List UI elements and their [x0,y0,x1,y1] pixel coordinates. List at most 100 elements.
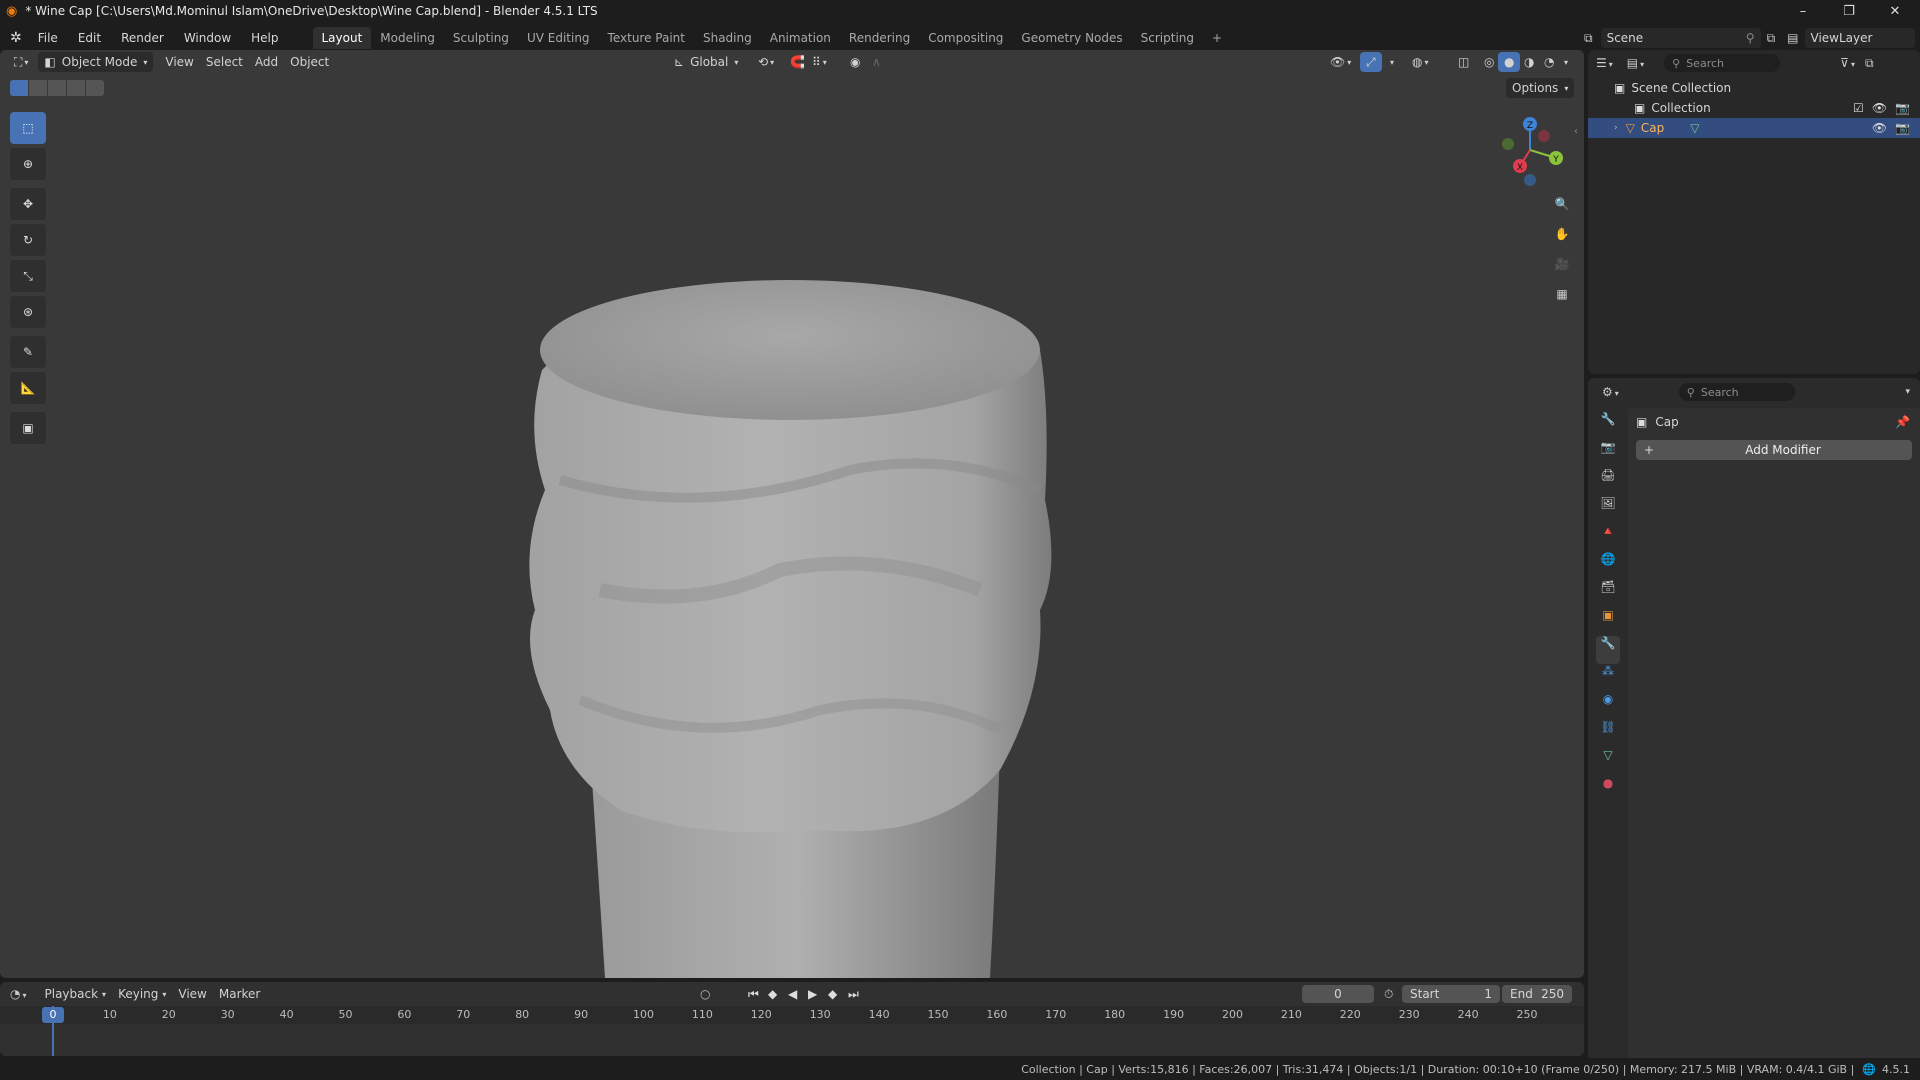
pan-hand-icon[interactable]: ✋ [1548,220,1576,248]
tab-rendering[interactable]: Rendering [840,27,919,49]
properties-editor-icon[interactable]: ⚙ ▾ [1602,385,1619,399]
tab-geometry-nodes[interactable]: Geometry Nodes [1012,27,1131,49]
outliner-row-collection[interactable]: ▣ Collection ☑ 👁 📷 [1588,98,1920,118]
zoom-icon[interactable]: 🔍 [1548,190,1576,218]
chevron-down-icon[interactable]: ▾ [1905,387,1910,397]
render-camera-icon[interactable]: 📷 [1895,121,1910,135]
maximize-button[interactable]: ❐ [1826,0,1872,22]
play-reverse-icon[interactable]: ◀ [788,987,797,1001]
object-icon: ▣ [1636,415,1648,429]
ruler-tick-label: 120 [750,1008,772,1021]
wine-cap-mesh[interactable] [529,280,1052,978]
keyframe-track[interactable] [0,1024,1584,1056]
ruler-tick-label: 40 [279,1008,294,1021]
tab-layout[interactable]: Layout [312,27,372,49]
add-modifier-button[interactable]: + Add Modifier [1636,440,1912,460]
jump-keyframe-forward-icon[interactable]: ◆ [828,987,837,1001]
exclude-checkbox[interactable]: ☑ [1853,101,1864,115]
tab-scripting[interactable]: Scripting [1132,27,1203,49]
cap-label: Cap [1640,121,1665,135]
display-mode-icon[interactable]: ▤ ▾ [1627,56,1644,70]
auto-keying-icon[interactable]: ○ [700,987,710,1001]
timeline-editor-icon[interactable]: ◔ ▾ [10,987,27,1001]
tab-shading[interactable]: Shading [694,27,761,49]
menu-timeline-view[interactable]: View [172,984,212,1004]
viewlayer-name[interactable]: ViewLayer [1811,31,1873,45]
top-menu-bar: ✲ File Edit Render Window Help Layout Mo… [0,26,1920,50]
perspective-grid-icon[interactable]: ▦ [1548,280,1576,308]
new-collection-icon[interactable]: ⧉ [1865,56,1874,71]
minimize-button[interactable]: – [1780,0,1826,22]
search-icon: ⚲ [1672,56,1681,70]
outliner-row-scene-collection[interactable]: ▣ Scene Collection [1588,78,1920,98]
navigation-gizmo[interactable]: Z Y X [1490,110,1570,190]
menu-window[interactable]: Window [174,27,241,49]
start-frame-field[interactable]: Start 1 [1402,985,1500,1003]
tab-compositing[interactable]: Compositing [919,27,1012,49]
collection-tab-icon[interactable]: 🗃 [1596,580,1620,608]
expand-arrow-icon[interactable]: › [1614,123,1618,133]
particles-tab-icon[interactable]: ⁂ [1596,664,1620,692]
render-tab-icon[interactable]: 📷 [1596,440,1620,468]
playhead-frame-badge[interactable]: 0 [42,1007,64,1023]
new-scene-icon[interactable]: ⧉ [1767,31,1776,46]
outliner-search-input[interactable]: ⚲ Search [1664,54,1781,72]
scene-collection-icon: ▣ [1614,81,1626,95]
menu-file[interactable]: File [28,27,68,49]
tool-tab-icon[interactable]: 🔧 [1596,412,1620,440]
outliner-row-cap[interactable]: › ▽ Cap ▽ 👁 📷 [1588,118,1920,138]
pin-icon[interactable]: ⚲ [1746,31,1755,45]
properties-search-input[interactable]: ⚲ Search [1678,383,1795,401]
preview-range-icon[interactable]: ⏱ [1384,987,1393,1002]
status-text: Collection | Cap | Verts:15,816 | Faces:… [1021,1062,1855,1076]
blender-menu-icon[interactable]: ✲ [10,30,22,46]
pin-icon[interactable]: 📌 [1895,415,1910,429]
filter-icon[interactable]: ⊽ ▾ [1840,56,1855,70]
modifier-tab-icon[interactable]: 🔧 [1596,636,1620,664]
world-tab-icon[interactable]: 🌐 [1596,552,1620,580]
viewlayer-icon[interactable]: ▤ [1787,31,1798,45]
material-tab-icon[interactable]: ● [1596,776,1620,804]
window-title: * Wine Cap [C:\Users\Md.Mominul Islam\On… [25,4,598,18]
gizmo-z-label: Z [1527,121,1533,131]
outliner-search-placeholder: Search [1686,56,1724,70]
camera-view-icon[interactable]: 🎥 [1548,250,1576,278]
menu-edit[interactable]: Edit [68,27,111,49]
output-tab-icon[interactable]: 🖨 [1596,468,1620,496]
menu-render[interactable]: Render [111,27,174,49]
jump-end-icon[interactable]: ⏭ [848,987,859,1002]
tab-uv-editing[interactable]: UV Editing [518,27,599,49]
constraints-tab-icon[interactable]: ⛓ [1596,720,1620,748]
viewport-scene[interactable] [0,50,1584,978]
add-workspace-button[interactable]: + [1203,27,1231,49]
tab-animation[interactable]: Animation [761,27,840,49]
sidebar-toggle-icon[interactable]: ‹ [1574,126,1578,137]
menu-help[interactable]: Help [241,27,288,49]
object-tab-icon[interactable]: ▣ [1596,608,1620,636]
jump-start-icon[interactable]: ⏮ [748,987,759,1002]
menu-playback[interactable]: Playback ▾ [39,984,113,1004]
close-button[interactable]: ✕ [1872,0,1918,22]
scene-tab-icon[interactable]: 🔺 [1596,524,1620,552]
3d-viewport[interactable]: ⛶ ▾ ◧ Object Mode ▾ View Select Add Objec… [0,50,1584,978]
frame-ruler[interactable]: 0 10 20 30 40 50 60 70 80 90 100 110 120 130 140 150 160… [0,1006,1584,1024]
view-layer-tab-icon[interactable]: 🖼 [1596,496,1620,524]
scene-name[interactable]: Scene [1607,31,1644,45]
tab-sculpting[interactable]: Sculpting [444,27,518,49]
menu-keying[interactable]: Keying ▾ [112,984,172,1004]
eye-icon[interactable]: 👁 [1872,121,1887,135]
timeline-panel: ◔ ▾ Playback ▾ Keying ▾ View Marker ○ ⏮ ◆ ◀… [0,982,1584,1056]
render-camera-icon[interactable]: 📷 [1895,101,1910,115]
end-frame-field[interactable]: End 250 [1502,985,1572,1003]
jump-keyframe-back-icon[interactable]: ◆ [768,987,777,1001]
physics-tab-icon[interactable]: ◉ [1596,692,1620,720]
current-frame-field[interactable]: 0 [1302,985,1374,1003]
outliner-editor-icon[interactable]: ☰ ▾ [1596,56,1613,70]
scene-icon[interactable]: ⧉ [1584,31,1593,46]
data-tab-icon[interactable]: ▽ [1596,748,1620,776]
play-icon[interactable]: ▶ [808,987,817,1001]
tab-modeling[interactable]: Modeling [371,27,444,49]
eye-icon[interactable]: 👁 [1872,101,1887,115]
menu-marker[interactable]: Marker [213,984,266,1004]
tab-texture-paint[interactable]: Texture Paint [599,27,694,49]
